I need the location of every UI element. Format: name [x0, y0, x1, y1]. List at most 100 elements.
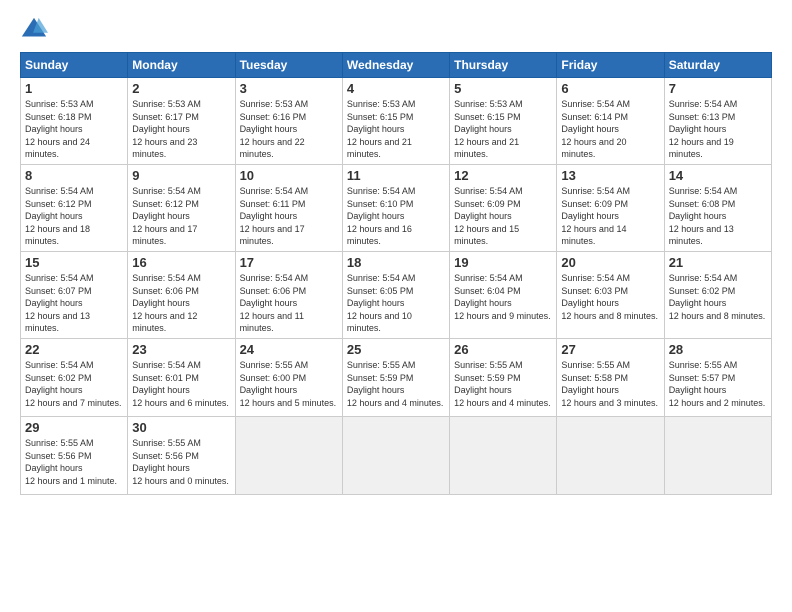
day-info: Sunrise: 5:53 AMSunset: 6:15 PMDaylight …: [347, 98, 445, 161]
table-row: 6 Sunrise: 5:54 AMSunset: 6:14 PMDaylight…: [557, 78, 664, 165]
day-number: 24: [240, 342, 338, 357]
day-info: Sunrise: 5:55 AMSunset: 5:59 PMDaylight …: [347, 359, 445, 409]
day-info: Sunrise: 5:54 AMSunset: 6:04 PMDaylight …: [454, 272, 552, 322]
day-info: Sunrise: 5:55 AMSunset: 5:58 PMDaylight …: [561, 359, 659, 409]
day-number: 3: [240, 81, 338, 96]
day-number: 6: [561, 81, 659, 96]
calendar-header-row: Sunday Monday Tuesday Wednesday Thursday…: [21, 53, 772, 78]
table-row: 9 Sunrise: 5:54 AMSunset: 6:12 PMDaylight…: [128, 164, 235, 251]
table-row: 28 Sunrise: 5:55 AMSunset: 5:57 PMDayligh…: [664, 338, 771, 416]
table-row: [235, 416, 342, 494]
day-info: Sunrise: 5:54 AMSunset: 6:06 PMDaylight …: [132, 272, 230, 335]
table-row: 14Sunrise: 5:54 AMSunset: 6:08 PMDayligh…: [664, 164, 771, 251]
table-row: 25 Sunrise: 5:55 AMSunset: 5:59 PMDayligh…: [342, 338, 449, 416]
day-info: Sunrise: 5:54 AMSunset: 6:02 PMDaylight …: [669, 272, 767, 322]
day-number: 28: [669, 342, 767, 357]
day-info: Sunrise: 5:55 AMSunset: 5:57 PMDaylight …: [669, 359, 767, 409]
table-row: 30 Sunrise: 5:55 AMSunset: 5:56 PMDayligh…: [128, 416, 235, 494]
table-row: 21 Sunrise: 5:54 AMSunset: 6:02 PMDayligh…: [664, 251, 771, 338]
table-row: 29 Sunrise: 5:55 AMSunset: 5:56 PMDayligh…: [21, 416, 128, 494]
day-info: Sunrise: 5:53 AMSunset: 6:18 PMDaylight …: [25, 98, 123, 161]
day-info: Sunrise: 5:53 AMSunset: 6:15 PMDaylight …: [454, 98, 552, 161]
col-friday: Friday: [557, 53, 664, 78]
day-number: 9: [132, 168, 230, 183]
table-row: 3 Sunrise: 5:53 AMSunset: 6:16 PMDaylight…: [235, 78, 342, 165]
day-number: 30: [132, 420, 230, 435]
table-row: [664, 416, 771, 494]
table-row: 27 Sunrise: 5:55 AMSunset: 5:58 PMDayligh…: [557, 338, 664, 416]
day-number: 23: [132, 342, 230, 357]
day-number: 11: [347, 168, 445, 183]
day-info: Sunrise: 5:54 AMSunset: 6:12 PMDaylight …: [132, 185, 230, 248]
day-number: 25: [347, 342, 445, 357]
day-info: Sunrise: 5:54 AMSunset: 6:07 PMDaylight …: [25, 272, 123, 335]
day-info: Sunrise: 5:55 AMSunset: 5:56 PMDaylight …: [132, 437, 230, 487]
table-row: 23 Sunrise: 5:54 AMSunset: 6:01 PMDayligh…: [128, 338, 235, 416]
table-row: 19 Sunrise: 5:54 AMSunset: 6:04 PMDayligh…: [450, 251, 557, 338]
day-info: Sunrise: 5:54 AMSunset: 6:01 PMDaylight …: [132, 359, 230, 409]
calendar-week-row: 29 Sunrise: 5:55 AMSunset: 5:56 PMDayligh…: [21, 416, 772, 494]
day-number: 17: [240, 255, 338, 270]
logo: [20, 16, 52, 44]
logo-icon: [20, 16, 48, 44]
table-row: 7 Sunrise: 5:54 AMSunset: 6:13 PMDaylight…: [664, 78, 771, 165]
day-info: Sunrise: 5:55 AMSunset: 5:59 PMDaylight …: [454, 359, 552, 409]
day-info: Sunrise: 5:54 AMSunset: 6:05 PMDaylight …: [347, 272, 445, 335]
table-row: 12 Sunrise: 5:54 AMSunset: 6:09 PMDayligh…: [450, 164, 557, 251]
table-row: 13Sunrise: 5:54 AMSunset: 6:09 PMDayligh…: [557, 164, 664, 251]
day-number: 20: [561, 255, 659, 270]
table-row: 10 Sunrise: 5:54 AMSunset: 6:11 PMDayligh…: [235, 164, 342, 251]
table-row: 22 Sunrise: 5:54 AMSunset: 6:02 PMDayligh…: [21, 338, 128, 416]
table-row: 18 Sunrise: 5:54 AMSunset: 6:05 PMDayligh…: [342, 251, 449, 338]
day-info: Sunrise: 5:54 AMSunset: 6:10 PMDaylight …: [347, 185, 445, 248]
day-number: 16: [132, 255, 230, 270]
day-number: 4: [347, 81, 445, 96]
day-info: Sunrise: 5:54 AMSunset: 6:02 PMDaylight …: [25, 359, 123, 409]
day-number: 2: [132, 81, 230, 96]
table-row: 20 Sunrise: 5:54 AMSunset: 6:03 PMDayligh…: [557, 251, 664, 338]
table-row: [342, 416, 449, 494]
col-saturday: Saturday: [664, 53, 771, 78]
day-number: 8: [25, 168, 123, 183]
day-number: 5: [454, 81, 552, 96]
col-tuesday: Tuesday: [235, 53, 342, 78]
header: [20, 16, 772, 44]
day-number: 12: [454, 168, 552, 183]
table-row: 4 Sunrise: 5:53 AMSunset: 6:15 PMDaylight…: [342, 78, 449, 165]
day-number: 19: [454, 255, 552, 270]
table-row: 11 Sunrise: 5:54 AMSunset: 6:10 PMDayligh…: [342, 164, 449, 251]
table-row: 24Sunrise: 5:55 AMSunset: 6:00 PMDayligh…: [235, 338, 342, 416]
day-number: 29: [25, 420, 123, 435]
day-info: Sunrise: 5:55 AMSunset: 5:56 PMDaylight …: [25, 437, 123, 487]
day-number: 10: [240, 168, 338, 183]
day-number: 22: [25, 342, 123, 357]
table-row: 15 Sunrise: 5:54 AMSunset: 6:07 PMDayligh…: [21, 251, 128, 338]
day-info: Sunrise: 5:53 AMSunset: 6:16 PMDaylight …: [240, 98, 338, 161]
table-row: 16 Sunrise: 5:54 AMSunset: 6:06 PMDayligh…: [128, 251, 235, 338]
table-row: 5 Sunrise: 5:53 AMSunset: 6:15 PMDaylight…: [450, 78, 557, 165]
col-thursday: Thursday: [450, 53, 557, 78]
table-row: 2Sunrise: 5:53 AMSunset: 6:17 PMDaylight…: [128, 78, 235, 165]
day-info: Sunrise: 5:54 AMSunset: 6:09 PMDaylight …: [561, 185, 659, 248]
calendar-week-row: 8 Sunrise: 5:54 AMSunset: 6:12 PMDaylight…: [21, 164, 772, 251]
calendar-week-row: 22 Sunrise: 5:54 AMSunset: 6:02 PMDayligh…: [21, 338, 772, 416]
table-row: 17 Sunrise: 5:54 AMSunset: 6:06 PMDayligh…: [235, 251, 342, 338]
day-info: Sunrise: 5:54 AMSunset: 6:14 PMDaylight …: [561, 98, 659, 161]
day-info: Sunrise: 5:54 AMSunset: 6:03 PMDaylight …: [561, 272, 659, 322]
day-number: 26: [454, 342, 552, 357]
day-info: Sunrise: 5:54 AMSunset: 6:11 PMDaylight …: [240, 185, 338, 248]
table-row: 8 Sunrise: 5:54 AMSunset: 6:12 PMDaylight…: [21, 164, 128, 251]
day-number: 21: [669, 255, 767, 270]
day-number: 27: [561, 342, 659, 357]
col-monday: Monday: [128, 53, 235, 78]
day-info: Sunrise: 5:54 AMSunset: 6:12 PMDaylight …: [25, 185, 123, 248]
day-info: Sunrise: 5:54 AMSunset: 6:13 PMDaylight …: [669, 98, 767, 161]
day-info: Sunrise: 5:54 AMSunset: 6:06 PMDaylight …: [240, 272, 338, 335]
day-info: Sunrise: 5:54 AMSunset: 6:09 PMDaylight …: [454, 185, 552, 248]
day-number: 18: [347, 255, 445, 270]
day-number: 15: [25, 255, 123, 270]
calendar-week-row: 1 Sunrise: 5:53 AMSunset: 6:18 PMDaylight…: [21, 78, 772, 165]
calendar-table: Sunday Monday Tuesday Wednesday Thursday…: [20, 52, 772, 495]
day-number: 1: [25, 81, 123, 96]
day-number: 7: [669, 81, 767, 96]
